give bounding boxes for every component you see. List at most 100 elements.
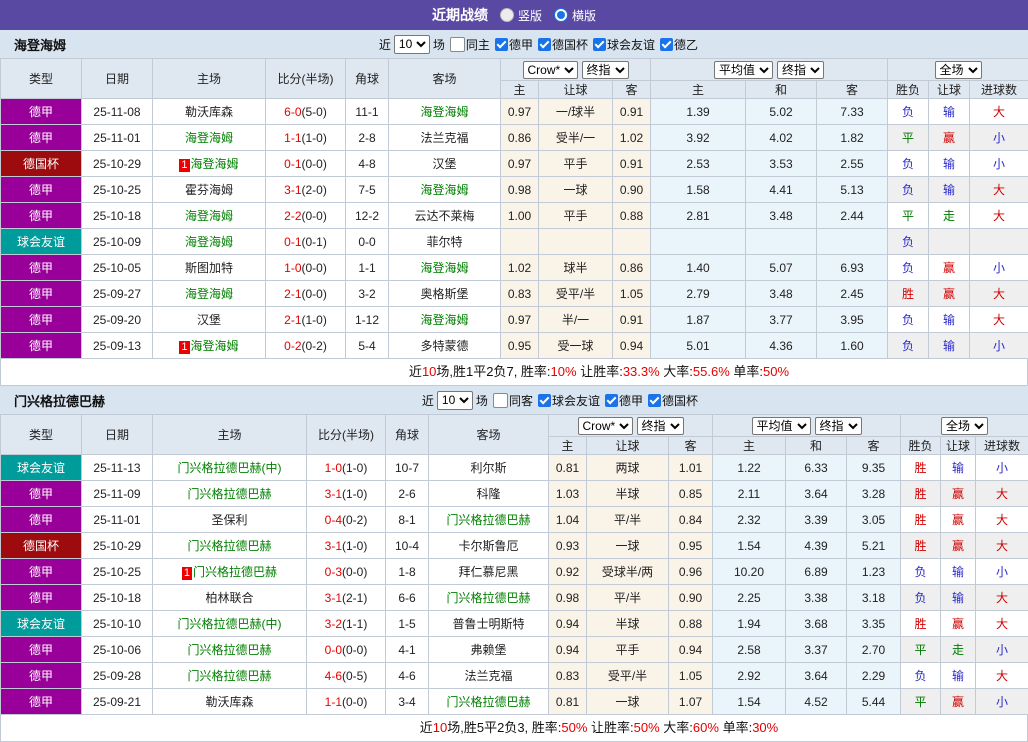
avg-time-select[interactable]: 终指 (777, 61, 824, 79)
home-odds: 1.00 (501, 203, 539, 229)
away-team: 法兰克福 (389, 125, 501, 151)
near-label: 近 (422, 392, 434, 409)
half-time-score: (0-0) (302, 287, 327, 301)
odds-source-select[interactable]: Crow* (578, 417, 633, 435)
result-handicap: 赢 (941, 689, 976, 715)
home-odds: 0.94 (549, 637, 587, 663)
home-team-name: 海登海姆 (191, 339, 239, 353)
scope-select[interactable]: 全场 (935, 61, 982, 79)
full-time-score: 2-2 (284, 209, 301, 223)
header-select-group: Crow*终指 (501, 59, 651, 81)
match-row: 德甲25-10-25霍芬海姆3-1(2-0)7-5海登海姆0.98一球0.901… (1, 177, 1028, 203)
full-time-score: 1-0 (325, 461, 342, 475)
odds-source-select[interactable]: Crow* (523, 61, 578, 79)
home-team-name: 海登海姆 (185, 287, 233, 301)
score: 6-0(5-0) (266, 99, 346, 125)
sub-column-header: 客 (669, 437, 713, 455)
checkbox-checked-icon[interactable] (605, 394, 618, 407)
match-row: 德甲25-10-18海登海姆2-2(0-0)12-2云达不莱梅1.00平手0.8… (1, 203, 1028, 229)
checkbox-checked-icon[interactable] (593, 38, 606, 51)
avg-draw-odds: 3.48 (746, 203, 817, 229)
avg-draw-odds: 6.89 (786, 559, 847, 585)
checkbox-unchecked-icon[interactable] (450, 37, 465, 52)
full-time-score: 3-1 (325, 591, 342, 605)
league-badge: 德甲 (1, 177, 82, 203)
league-filter[interactable]: 球会友谊 (538, 392, 600, 409)
checkbox-checked-icon[interactable] (538, 38, 551, 51)
result-outcome: 胜 (901, 533, 941, 559)
home-team: 霍芬海姆 (153, 177, 266, 203)
radio-checked-icon[interactable] (554, 8, 568, 22)
score: 2-1(0-0) (266, 281, 346, 307)
avg-draw-odds: 4.36 (746, 333, 817, 359)
scope-select[interactable]: 全场 (941, 417, 988, 435)
column-header: 类型 (1, 59, 82, 99)
odds-time-select[interactable]: 终指 (637, 417, 684, 435)
away-odds: 0.88 (613, 203, 651, 229)
result-outcome: 负 (888, 99, 929, 125)
result-handicap: 输 (941, 663, 976, 689)
result-goals: 小 (976, 637, 1028, 663)
league-filter[interactable]: 德甲 (495, 36, 533, 53)
result-goals: 小 (976, 689, 1028, 715)
league-filter[interactable]: 德乙 (660, 36, 698, 53)
home-odds: 1.02 (501, 255, 539, 281)
result-goals: 大 (976, 507, 1028, 533)
summary-text: 近 (420, 720, 433, 735)
rank-badge: 1 (179, 341, 189, 354)
league-filter[interactable]: 德国杯 (648, 392, 698, 409)
result-outcome: 负 (901, 663, 941, 689)
sub-column-header: 主 (501, 81, 539, 99)
odds-time-select[interactable]: 终指 (582, 61, 629, 79)
same-venue-filter[interactable]: 同主 (450, 36, 490, 53)
away-odds: 0.94 (613, 333, 651, 359)
layout-radio-horizontal[interactable]: 横版 (554, 7, 596, 24)
sub-column-header: 进球数 (976, 437, 1028, 455)
league-badge: 德国杯 (1, 151, 82, 177)
match-date: 25-10-09 (82, 229, 153, 255)
checkbox-checked-icon[interactable] (538, 394, 551, 407)
away-team: 海登海姆 (389, 177, 501, 203)
home-team: 勒沃库森 (153, 99, 266, 125)
summary-text: 50% (763, 364, 789, 379)
score: 0-1(0-0) (266, 151, 346, 177)
avg-type-select[interactable]: 平均值 (714, 61, 773, 79)
layout-radio-vertical[interactable]: 竖版 (500, 7, 542, 24)
checkbox-checked-icon[interactable] (660, 38, 673, 51)
avg-type-select[interactable]: 平均值 (752, 417, 811, 435)
checkbox-checked-icon[interactable] (495, 38, 508, 51)
away-odds: 0.91 (613, 307, 651, 333)
score: 0-2(0-2) (266, 333, 346, 359)
match-date: 25-11-01 (82, 125, 153, 151)
score: 2-1(1-0) (266, 307, 346, 333)
match-row: 德国杯25-10-291海登海姆0-1(0-0)4-8汉堡0.97平手0.912… (1, 151, 1028, 177)
home-odds: 0.98 (501, 177, 539, 203)
checkbox-unchecked-icon[interactable] (493, 393, 508, 408)
away-team-name: 云达不莱梅 (414, 209, 474, 223)
same-venue-filter[interactable]: 同客 (493, 392, 533, 409)
league-filter[interactable]: 德甲 (605, 392, 643, 409)
avg-time-select[interactable]: 终指 (815, 417, 862, 435)
home-team: 门兴格拉德巴赫 (153, 663, 307, 689)
away-team: 利尔斯 (429, 455, 549, 481)
match-date: 25-09-20 (82, 307, 153, 333)
match-date: 25-09-27 (82, 281, 153, 307)
home-team: 1海登海姆 (153, 333, 266, 359)
home-team-name: 斯图加特 (185, 261, 233, 275)
header-select-group: 全场 (888, 59, 1028, 81)
league-filter[interactable]: 球会友谊 (593, 36, 655, 53)
avg-home-odds (651, 229, 746, 255)
result-goals: 小 (970, 125, 1028, 151)
games-count-select[interactable]: 10 (437, 391, 473, 410)
away-team: 海登海姆 (389, 99, 501, 125)
games-count-select[interactable]: 10 (394, 35, 430, 54)
avg-away-odds: 3.18 (847, 585, 901, 611)
league-filter[interactable]: 德国杯 (538, 36, 588, 53)
checkbox-checked-icon[interactable] (648, 394, 661, 407)
filter-controls: 近10场同客球会友谊德甲德国杯 (422, 386, 698, 414)
home-team-name: 门兴格拉德巴赫 (187, 669, 271, 683)
away-odds: 0.91 (613, 99, 651, 125)
match-date: 25-10-05 (82, 255, 153, 281)
corner-score: 2-6 (386, 481, 429, 507)
radio-unchecked-icon[interactable] (500, 8, 514, 22)
